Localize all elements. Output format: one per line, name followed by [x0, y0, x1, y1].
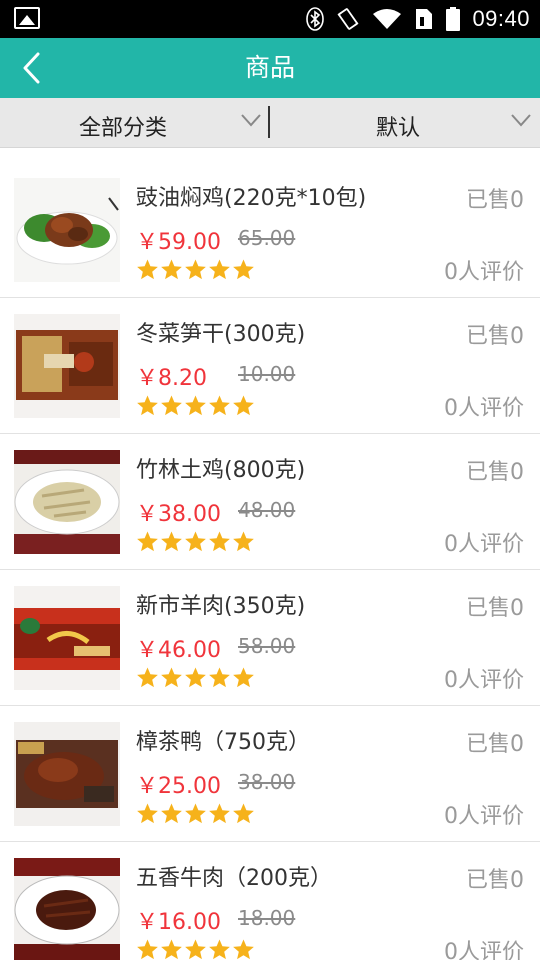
battery-icon — [446, 7, 461, 31]
star-icon — [209, 259, 230, 280]
star-icon — [233, 667, 254, 688]
star-icon — [185, 667, 206, 688]
product-image — [14, 586, 120, 690]
product-name: 樟茶鸭（750克） — [136, 730, 310, 755]
star-rating — [136, 802, 255, 825]
product-image — [14, 450, 120, 554]
sold-count: 已售0 — [466, 868, 524, 893]
original-price: 58.00 — [238, 634, 296, 658]
star-rating — [136, 530, 255, 553]
category-filter-label: 全部分类 — [79, 116, 168, 141]
product-price: ￥25.00 — [136, 774, 221, 799]
product-item[interactable]: 新市羊肉(350克) 已售0 ￥46.00 58.00 0人评价 — [0, 570, 540, 706]
star-rating — [136, 666, 255, 689]
star-icon — [209, 803, 230, 824]
page-title: 商品 — [244, 53, 295, 82]
star-icon — [137, 531, 158, 552]
product-image — [14, 178, 120, 282]
image-icon — [14, 7, 40, 29]
star-icon — [209, 667, 230, 688]
original-price: 65.00 — [238, 226, 296, 250]
product-price: ￥46.00 — [136, 638, 221, 663]
review-count: 0人评价 — [444, 396, 524, 421]
sold-count: 已售0 — [466, 188, 524, 213]
star-icon — [233, 259, 254, 280]
product-item[interactable]: 竹林土鸡(800克) 已售0 ￥38.00 48.00 0人评价 — [0, 434, 540, 570]
star-icon — [209, 531, 230, 552]
star-icon — [161, 395, 182, 416]
star-rating — [136, 938, 255, 960]
product-price: ￥16.00 — [136, 910, 221, 935]
star-icon — [185, 939, 206, 960]
star-icon — [161, 667, 182, 688]
product-name: 五香牛肉（200克） — [136, 866, 332, 891]
chevron-down-icon — [241, 114, 261, 127]
vibrate-icon — [337, 8, 359, 30]
star-icon — [209, 939, 230, 960]
star-icon — [185, 259, 206, 280]
star-icon — [137, 395, 158, 416]
product-name: 新市羊肉(350克) — [136, 594, 306, 619]
review-count: 0人评价 — [444, 804, 524, 829]
chevron-down-icon — [511, 114, 531, 127]
product-name: 豉油焖鸡(220克*10包) — [136, 186, 367, 211]
review-count: 0人评价 — [444, 940, 524, 960]
product-name: 冬菜笋干(300克) — [136, 322, 306, 347]
star-rating — [136, 394, 255, 417]
star-icon — [137, 939, 158, 960]
star-icon — [233, 803, 254, 824]
star-rating — [136, 258, 255, 281]
sort-filter-label: 默认 — [376, 116, 421, 141]
star-icon — [233, 939, 254, 960]
product-item[interactable]: 五香牛肉（200克） 已售0 ￥16.00 18.00 0人评价 — [0, 842, 540, 960]
sold-count: 已售0 — [466, 732, 524, 757]
product-image — [14, 314, 120, 418]
wifi-icon — [373, 9, 402, 29]
bluetooth-icon — [306, 7, 325, 31]
product-list: 豉油焖鸡(220克*10包) 已售0 ￥59.00 65.00 0人评价 冬菜笋… — [0, 162, 540, 960]
review-count: 0人评价 — [444, 260, 524, 285]
product-item[interactable]: 冬菜笋干(300克) 已售0 ￥8.20 10.00 0人评价 — [0, 298, 540, 434]
star-icon — [185, 395, 206, 416]
category-filter-dropdown[interactable]: 全部分类 — [0, 98, 268, 148]
star-icon — [233, 395, 254, 416]
original-price: 18.00 — [238, 906, 296, 930]
star-icon — [161, 939, 182, 960]
filter-bar: 全部分类 默认 — [0, 98, 540, 148]
status-time: 09:40 — [472, 6, 530, 31]
product-price: ￥38.00 — [136, 502, 221, 527]
original-price: 10.00 — [238, 362, 296, 386]
star-icon — [137, 803, 158, 824]
product-price: ￥59.00 — [136, 230, 221, 255]
star-icon — [209, 395, 230, 416]
sold-count: 已售0 — [466, 324, 524, 349]
product-item[interactable]: 豉油焖鸡(220克*10包) 已售0 ￥59.00 65.00 0人评价 — [0, 162, 540, 298]
star-icon — [161, 803, 182, 824]
star-icon — [185, 803, 206, 824]
star-icon — [137, 667, 158, 688]
app-bar: 商品 — [0, 38, 540, 98]
product-name: 竹林土鸡(800克) — [136, 458, 306, 483]
star-icon — [137, 259, 158, 280]
star-icon — [185, 531, 206, 552]
review-count: 0人评价 — [444, 532, 524, 557]
original-price: 48.00 — [238, 498, 296, 522]
status-bar: 09:40 — [0, 0, 540, 38]
product-price: ￥8.20 — [136, 366, 207, 391]
sold-count: 已售0 — [466, 596, 524, 621]
product-image — [14, 722, 120, 826]
sim-icon — [416, 9, 433, 29]
sold-count: 已售0 — [466, 460, 524, 485]
star-icon — [161, 531, 182, 552]
product-image — [14, 858, 120, 960]
original-price: 38.00 — [238, 770, 296, 794]
star-icon — [161, 259, 182, 280]
star-icon — [233, 531, 254, 552]
product-item[interactable]: 樟茶鸭（750克） 已售0 ￥25.00 38.00 0人评价 — [0, 706, 540, 842]
review-count: 0人评价 — [444, 668, 524, 693]
sort-filter-dropdown[interactable]: 默认 — [270, 98, 540, 148]
